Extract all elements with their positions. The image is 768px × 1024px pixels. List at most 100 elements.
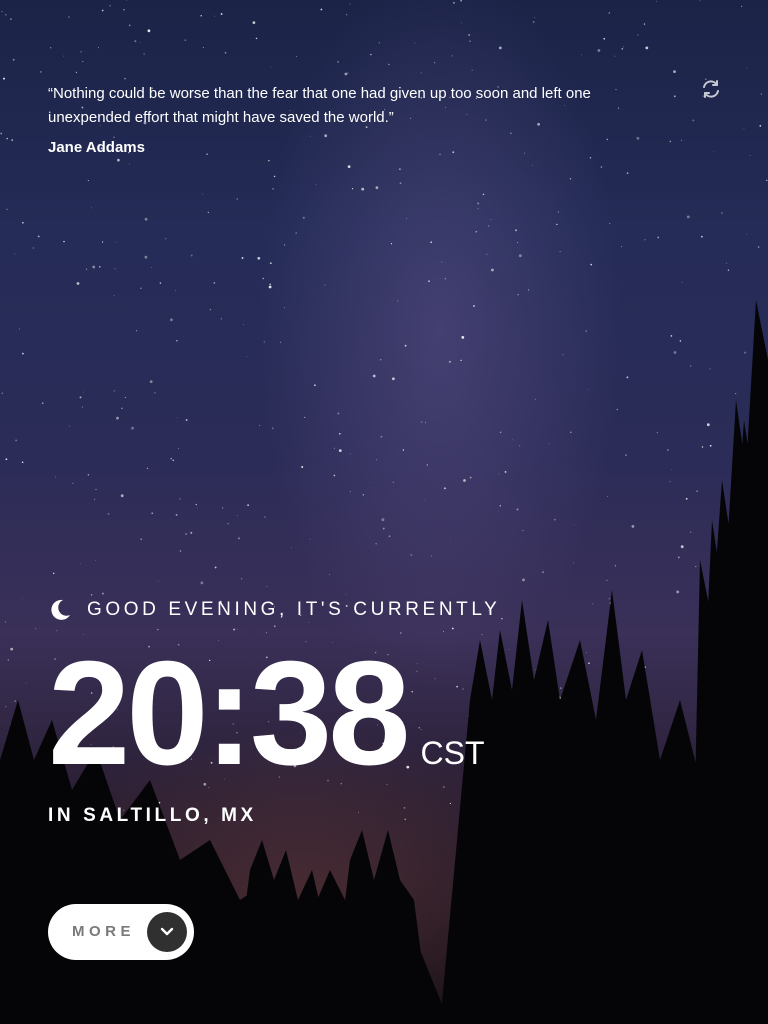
star — [237, 537, 240, 540]
star — [406, 217, 407, 219]
star — [690, 365, 692, 367]
star — [727, 269, 730, 271]
star — [302, 216, 305, 219]
star — [154, 392, 156, 394]
star — [1, 10, 3, 13]
star — [735, 393, 737, 395]
star — [623, 46, 624, 48]
star — [679, 340, 682, 342]
star — [471, 69, 473, 71]
star — [324, 284, 326, 286]
star — [52, 572, 55, 575]
star — [380, 359, 382, 361]
star — [637, 34, 639, 36]
star — [347, 165, 351, 169]
star — [95, 489, 97, 491]
star — [512, 439, 513, 441]
star — [116, 416, 119, 420]
star — [614, 565, 616, 567]
star — [295, 232, 297, 234]
star — [170, 457, 172, 460]
star — [175, 513, 178, 516]
star — [420, 421, 423, 423]
star — [32, 247, 34, 249]
star — [620, 246, 622, 248]
star — [179, 498, 181, 500]
star — [726, 262, 728, 264]
star — [443, 631, 444, 632]
star — [79, 396, 82, 399]
star — [451, 55, 453, 57]
refresh-button[interactable] — [700, 78, 722, 100]
star — [656, 432, 658, 434]
star — [165, 238, 167, 240]
star — [609, 222, 611, 224]
star — [227, 522, 229, 525]
star — [144, 255, 148, 259]
star — [388, 535, 391, 538]
star — [531, 164, 533, 166]
star — [280, 341, 282, 343]
star — [449, 802, 452, 805]
star — [19, 328, 20, 330]
star — [692, 119, 695, 122]
star — [22, 222, 24, 224]
star — [430, 241, 433, 244]
star — [701, 235, 703, 238]
star — [621, 47, 624, 50]
greeting-text: GOOD EVENING, IT'S CURRENTLY — [87, 599, 501, 620]
star — [490, 219, 492, 221]
star — [434, 62, 436, 64]
star — [608, 12, 610, 14]
star — [699, 0, 701, 2]
star — [473, 305, 475, 307]
star — [15, 439, 17, 442]
star — [450, 541, 451, 543]
star — [170, 318, 173, 322]
current-time: 20:38 — [48, 631, 411, 796]
star — [337, 61, 339, 63]
star — [209, 308, 212, 311]
star — [669, 140, 672, 143]
star — [273, 175, 276, 178]
star — [1, 392, 3, 394]
star — [477, 208, 479, 210]
star — [616, 408, 618, 411]
quote-block: “Nothing could be worse than the fear th… — [48, 82, 658, 160]
star — [3, 77, 5, 80]
star — [178, 448, 180, 450]
star — [140, 538, 143, 541]
star — [345, 594, 347, 595]
star — [606, 579, 608, 582]
star — [673, 351, 677, 354]
star — [686, 215, 690, 219]
star — [488, 225, 490, 227]
star — [101, 241, 104, 243]
star — [759, 125, 762, 127]
star — [296, 55, 298, 57]
star — [271, 427, 274, 430]
star — [128, 163, 131, 165]
star — [308, 621, 309, 623]
star — [82, 60, 84, 63]
star — [274, 625, 276, 627]
star — [553, 518, 556, 521]
star — [420, 72, 422, 74]
star — [80, 563, 81, 564]
star — [486, 253, 488, 255]
star — [224, 52, 227, 54]
more-button[interactable]: MORE — [48, 904, 194, 960]
star — [516, 508, 519, 511]
star — [95, 559, 97, 561]
star — [441, 261, 443, 263]
star — [200, 581, 204, 585]
star — [22, 352, 24, 355]
star — [85, 268, 88, 270]
star — [497, 511, 499, 513]
star — [452, 1, 455, 4]
star — [252, 21, 256, 24]
star — [760, 93, 762, 95]
star — [690, 531, 692, 533]
star — [75, 71, 77, 73]
star — [4, 621, 6, 623]
